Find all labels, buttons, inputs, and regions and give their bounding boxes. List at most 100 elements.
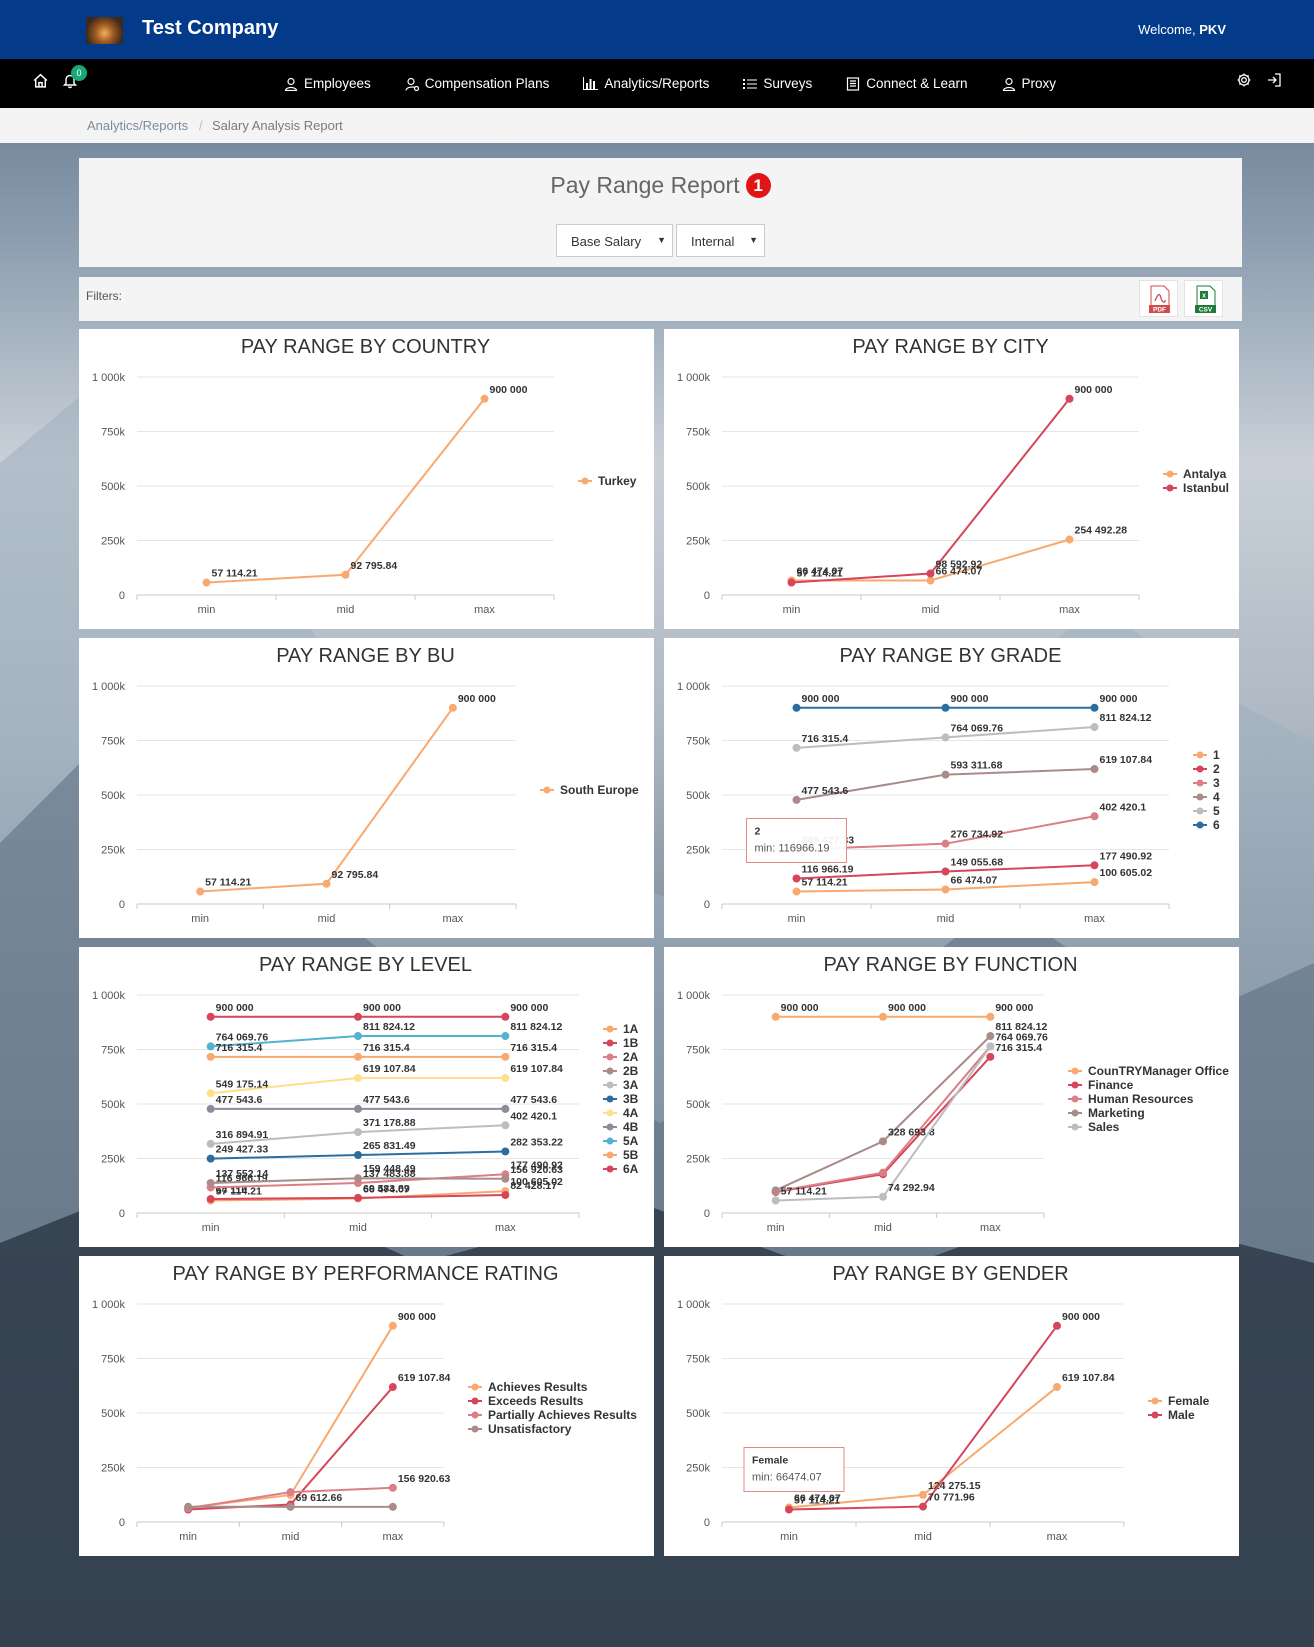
legend-item[interactable]: 3 <box>1213 776 1220 790</box>
data-point[interactable] <box>354 1174 362 1183</box>
data-point[interactable] <box>792 703 801 712</box>
legend-item[interactable]: 4B <box>623 1120 639 1134</box>
legend-item[interactable]: Female <box>1168 1394 1210 1408</box>
legend-item[interactable]: 5 <box>1213 804 1220 818</box>
data-point[interactable] <box>501 1191 510 1200</box>
nav-connect-learn[interactable]: Connect & Learn <box>846 76 968 91</box>
data-point[interactable] <box>941 885 950 894</box>
data-point[interactable] <box>354 1151 362 1160</box>
legend-item[interactable]: South Europe <box>560 783 639 797</box>
data-point[interactable] <box>986 1052 995 1061</box>
data-point[interactable] <box>501 1074 510 1083</box>
data-point[interactable] <box>879 1168 887 1177</box>
data-point[interactable] <box>354 1052 362 1061</box>
legend-item[interactable]: Sales <box>1088 1120 1120 1134</box>
data-point[interactable] <box>941 770 950 779</box>
data-point[interactable] <box>202 578 211 587</box>
data-point[interactable] <box>879 1012 887 1021</box>
data-point[interactable] <box>926 576 935 585</box>
data-point[interactable] <box>196 887 205 896</box>
legend-item[interactable]: 1A <box>623 1022 639 1036</box>
data-point[interactable] <box>787 578 796 587</box>
nav-surveys[interactable]: Surveys <box>743 76 812 91</box>
data-point[interactable] <box>501 1052 510 1061</box>
data-point[interactable] <box>322 879 331 888</box>
data-point[interactable] <box>771 1186 780 1195</box>
company-logo[interactable] <box>86 17 123 44</box>
user-name[interactable]: PKV <box>1199 22 1226 37</box>
series-line[interactable] <box>791 398 1071 584</box>
data-point[interactable] <box>206 1012 215 1021</box>
gear-icon[interactable] <box>1236 72 1252 93</box>
data-point[interactable] <box>206 1089 215 1098</box>
data-point[interactable] <box>206 1154 215 1163</box>
series-line[interactable] <box>206 398 486 584</box>
legend-item[interactable]: 6 <box>1213 818 1220 832</box>
data-point[interactable] <box>986 1042 995 1051</box>
nav-employees[interactable]: Employees <box>284 76 371 91</box>
legend-item[interactable]: 1 <box>1213 748 1220 762</box>
legend-item[interactable]: 4A <box>623 1106 639 1120</box>
legend-item[interactable]: Partially Achieves Results <box>488 1408 637 1422</box>
data-point[interactable] <box>354 1032 362 1041</box>
legend-item[interactable]: Human Resources <box>1088 1092 1194 1106</box>
data-point[interactable] <box>501 1147 510 1156</box>
nav-compensation-plans[interactable]: Compensation Plans <box>405 76 549 91</box>
data-point[interactable] <box>941 867 950 876</box>
data-point[interactable] <box>206 1042 215 1051</box>
data-point[interactable] <box>1065 394 1074 403</box>
data-point[interactable] <box>286 1502 295 1511</box>
legend-item[interactable]: 4 <box>1213 790 1220 804</box>
data-point[interactable] <box>501 1104 510 1113</box>
data-point[interactable] <box>919 1502 927 1511</box>
data-point[interactable] <box>986 1012 995 1021</box>
legend-item[interactable]: Finance <box>1088 1078 1134 1092</box>
series-line[interactable] <box>775 1035 992 1192</box>
nav-proxy[interactable]: Proxy <box>1002 76 1056 91</box>
legend-item[interactable]: 2 <box>1213 762 1220 776</box>
data-point[interactable] <box>792 887 801 896</box>
data-point[interactable] <box>879 1192 887 1201</box>
data-point[interactable] <box>501 1121 510 1130</box>
data-point[interactable] <box>354 1104 362 1113</box>
data-point[interactable] <box>771 1012 780 1021</box>
data-point[interactable] <box>206 1195 215 1204</box>
data-point[interactable] <box>388 1321 397 1330</box>
data-point[interactable] <box>206 1179 215 1188</box>
data-point[interactable] <box>792 874 801 883</box>
legend-item[interactable]: 5B <box>623 1148 639 1162</box>
data-point[interactable] <box>480 394 489 403</box>
data-point[interactable] <box>785 1505 793 1514</box>
data-point[interactable] <box>986 1032 995 1041</box>
data-point[interactable] <box>879 1137 887 1146</box>
data-point[interactable] <box>1053 1321 1061 1330</box>
data-point[interactable] <box>448 703 457 712</box>
legend-item[interactable]: Marketing <box>1088 1106 1145 1120</box>
breadcrumb-analytics-reports[interactable]: Analytics/Reports <box>87 118 188 133</box>
data-point[interactable] <box>919 1490 927 1499</box>
legend-item[interactable]: CounTRYManager Office <box>1088 1064 1229 1078</box>
data-point[interactable] <box>206 1052 215 1061</box>
data-point[interactable] <box>184 1502 193 1511</box>
data-point[interactable] <box>1090 812 1099 821</box>
company-name[interactable]: Test Company <box>142 17 278 40</box>
export-pdf-button[interactable]: PDF <box>1139 280 1178 317</box>
legend-item[interactable]: Unsatisfactory <box>488 1422 572 1436</box>
data-point[interactable] <box>1090 703 1099 712</box>
legend-item[interactable]: Antalya <box>1183 467 1227 481</box>
legend-item[interactable]: Achieves Results <box>488 1380 588 1394</box>
data-point[interactable] <box>1065 535 1074 544</box>
data-point[interactable] <box>206 1104 215 1113</box>
legend-item[interactable]: 1B <box>623 1036 639 1050</box>
series-line[interactable] <box>200 707 454 893</box>
legend-item[interactable]: 3A <box>623 1078 639 1092</box>
data-point[interactable] <box>354 1012 362 1021</box>
data-point[interactable] <box>501 1174 510 1183</box>
data-point[interactable] <box>1090 878 1099 887</box>
data-point[interactable] <box>501 1032 510 1041</box>
legend-item[interactable]: Male <box>1168 1408 1195 1422</box>
legend-item[interactable]: Exceeds Results <box>488 1394 584 1408</box>
legend-item[interactable]: 5A <box>623 1134 639 1148</box>
data-point[interactable] <box>926 569 935 578</box>
salary-type-select[interactable]: Base Salary ▼ <box>556 224 673 257</box>
